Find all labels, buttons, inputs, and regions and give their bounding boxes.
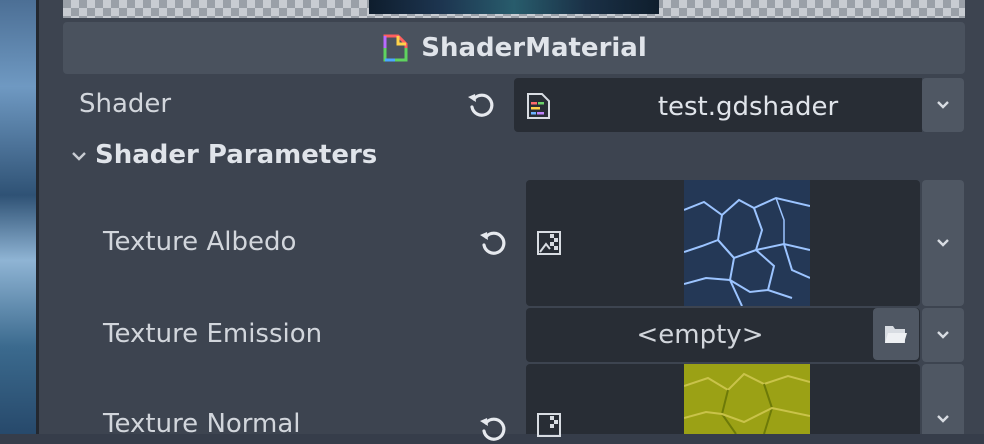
chevron-down-icon: [937, 239, 949, 247]
param-label-normal: Texture Normal: [103, 409, 301, 439]
chevron-down-icon: [937, 331, 949, 339]
reload-icon[interactable]: [466, 90, 496, 120]
chevron-down-icon[interactable]: [70, 149, 88, 165]
normal-thumbnail: [684, 364, 810, 434]
reload-icon[interactable]: [478, 414, 508, 444]
emission-dropdown-button[interactable]: [922, 308, 964, 362]
shader-file-name: test.gdshader: [657, 92, 839, 122]
shader-file-icon: [527, 93, 550, 119]
texture-icon: [537, 413, 561, 437]
texture-normal-field[interactable]: [526, 364, 920, 437]
shader-resource-field[interactable]: test.gdshader: [514, 78, 922, 132]
param-label-emission: Texture Emission: [103, 319, 323, 349]
empty-value: <empty>: [636, 320, 764, 350]
reload-icon[interactable]: [478, 228, 508, 258]
shader-material-icon: [383, 34, 408, 62]
preview-image: [369, 0, 659, 14]
chevron-down-icon: [937, 415, 949, 423]
albedo-dropdown-button[interactable]: [922, 180, 964, 306]
material-header[interactable]: ShaderMaterial: [63, 22, 965, 74]
normal-dropdown-button[interactable]: [922, 364, 964, 434]
param-label-albedo: Texture Albedo: [103, 227, 297, 257]
texture-albedo-field[interactable]: [526, 180, 920, 306]
shader-dropdown-button[interactable]: [922, 78, 964, 132]
material-title: ShaderMaterial: [421, 33, 647, 63]
folder-icon: [885, 326, 907, 343]
shader-label: Shader: [79, 89, 172, 119]
albedo-thumbnail: [684, 180, 810, 306]
load-texture-button[interactable]: [873, 308, 919, 360]
chevron-down-icon: [937, 101, 949, 109]
texture-icon: [537, 231, 561, 255]
material-preview: [63, 0, 965, 18]
section-title[interactable]: Shader Parameters: [95, 140, 377, 170]
viewport-edge: [0, 0, 36, 434]
texture-emission-field[interactable]: <empty>: [526, 308, 920, 362]
